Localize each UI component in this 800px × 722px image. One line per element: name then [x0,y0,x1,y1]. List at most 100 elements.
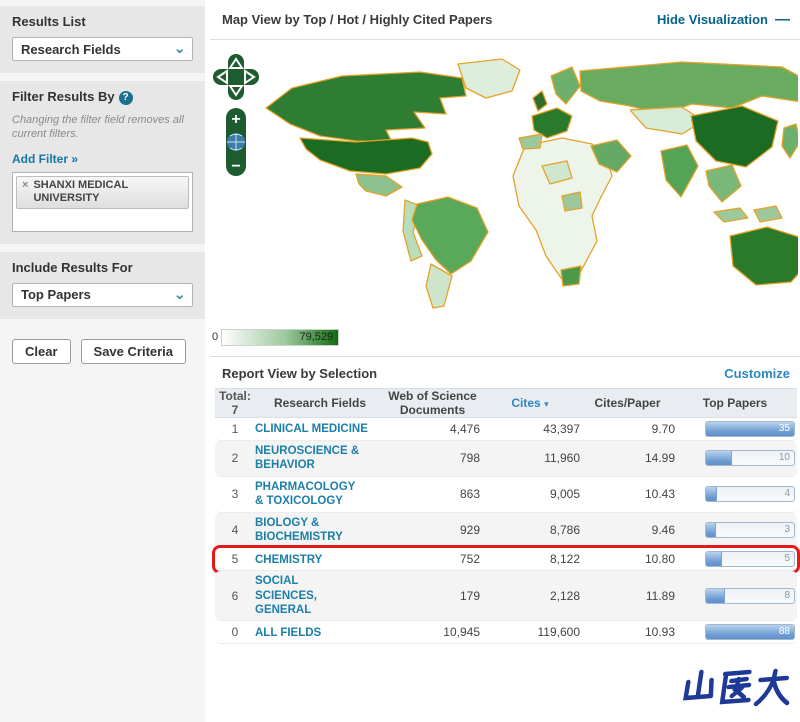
docs-value: 798 [459,451,480,466]
results-table: Total: 7 Research Fields Web of Science … [215,388,797,645]
cites-per-paper-value: 10.80 [644,552,675,567]
table-row: 1 CLINICAL MEDICINE 4,476 43,397 9.70 35 [215,418,797,441]
legend-gradient-bar: 79,529 [221,328,340,346]
cites-value: 8,122 [549,552,580,567]
help-icon[interactable]: ? [118,91,133,105]
table-row: 6 SOCIAL SCIENCES, GENERAL 179 2,128 11.… [215,571,797,622]
remove-filter-icon[interactable]: × [22,179,28,207]
section-divider [210,356,800,357]
top-papers-bar: 5 [705,551,795,568]
choropleth-map-image[interactable] [262,46,798,314]
minus-icon: — [775,11,790,28]
table-header-row: Total: 7 Research Fields Web of Science … [215,388,797,418]
table-row: 2 NEUROSCIENCE & BEHAVIOR 798 11,960 14.… [215,441,797,477]
field-link[interactable]: NEUROSCIENCE & BEHAVIOR [255,444,377,473]
top-papers-bar: 88 [705,624,795,641]
table-row: 3 PHARMACOLOGY & TOXICOLOGY 863 9,005 10… [215,477,797,513]
cites-label: Cites [511,396,541,410]
cites-value: 2,128 [549,588,580,603]
row-rank: 0 [231,625,239,640]
cites-per-paper-value: 11.89 [645,588,675,603]
cites-value: 43,397 [543,422,580,436]
table-row-chemistry: 5 CHEMISTRY 752 8,122 10.80 5 [215,548,797,572]
field-link[interactable]: CLINICAL MEDICINE [255,422,368,436]
row-rank: 3 [231,487,239,502]
report-view-title: Report View by Selection [222,365,378,381]
sidebar: Results List Research Fields ⌄ Filter Re… [0,0,205,722]
world-map: + − [210,42,800,320]
docs-value: 10,945 [443,625,480,640]
legend-min-value: 0 [212,331,219,343]
save-criteria-button[interactable]: Save Criteria [80,338,187,364]
cites-per-paper-value: 9.46 [651,522,675,537]
filter-chip[interactable]: × SHANXI MEDICAL UNIVERSITY [16,175,189,210]
add-filter-link[interactable]: Add Filter » [12,152,78,166]
zoom-in-icon: + [231,111,240,128]
field-link[interactable]: BIOLOGY & BIOCHEMISTRY [255,516,377,545]
map-legend: 0 79,529 [210,324,340,350]
include-results-section: Include Results For Top Papers ⌄ [0,251,205,319]
filter-by-label: Filter Results By? [12,89,193,105]
map-controls: + − [213,54,259,176]
results-list-value: Research Fields [21,41,121,57]
col-wos-documents: Web of Science Documents [388,389,477,417]
active-filters-box: × SHANXI MEDICAL UNIVERSITY [12,171,193,232]
table-row: 4 BIOLOGY & BIOCHEMISTRY 929 8,786 9.46 … [215,512,797,549]
cites-value: 9,005 [549,487,580,502]
filter-chip-label: SHANXI MEDICAL UNIVERSITY [33,178,128,205]
row-rank: 6 [231,588,239,603]
shanyida-watermark [682,668,790,707]
cites-per-paper-value: 14.99 [644,451,675,466]
map-header: Map View by Top / Hot / Highly Cited Pap… [210,0,800,40]
legend-max-value: 79,529 [299,330,334,343]
row-rank: 5 [231,552,239,567]
row-rank: 2 [231,451,239,466]
col-top-papers: Top Papers [702,396,768,410]
top-papers-bar: 4 [705,486,795,503]
docs-value: 863 [459,487,480,502]
cites-per-paper-value: 10.43 [644,487,675,502]
top-papers-bar: 8 [705,587,795,604]
docs-value: 752 [459,552,480,567]
map-view-title: Map View by Top / Hot / Highly Cited Pap… [222,12,493,27]
cites-per-paper-value: 10.93 [644,625,675,640]
customize-link[interactable]: Customize [724,366,790,381]
top-papers-value: 5 [784,553,790,565]
top-papers-bar: 10 [705,450,795,467]
row-rank: 4 [231,522,239,537]
chevron-down-icon: ⌄ [173,285,186,303]
docs-value: 929 [459,522,480,537]
pan-control [213,54,259,100]
sort-arrow-icon: ▾ [544,399,549,409]
include-results-select[interactable]: Top Papers ⌄ [12,282,193,307]
top-papers-value: 8 [784,589,790,601]
total-value: 7 [231,403,239,417]
results-list-select[interactable]: Research Fields ⌄ [12,37,193,61]
sidebar-buttons: Clear Save Criteria [0,327,205,376]
filter-by-text: Filter Results By [12,89,115,104]
cites-per-paper-value: 9.70 [651,422,675,436]
field-link[interactable]: ALL FIELDS [255,626,321,640]
top-papers-bar: 3 [705,521,795,538]
filter-section: Filter Results By? Changing the filter f… [0,81,205,244]
chevron-down-icon: ⌄ [173,40,186,57]
row-rank: 1 [231,422,239,436]
hide-visualization-label: Hide Visualization [656,12,768,27]
top-papers-bar: 35 [705,421,795,437]
col-cites-sort[interactable]: Cites ▾ [480,396,580,410]
field-link[interactable]: SOCIAL SCIENCES, GENERAL [255,574,337,617]
zoom-control: + − [226,108,246,176]
top-papers-value: 3 [784,523,790,535]
table-row-all-fields: 0 ALL FIELDS 10,945 119,600 10.93 88 [215,621,797,645]
cites-value: 119,600 [537,625,581,640]
docs-value: 179 [459,588,480,603]
top-papers-value: 4 [784,488,790,500]
cites-value: 8,786 [549,522,580,537]
top-papers-value: 35 [778,423,790,434]
top-papers-value: 10 [778,452,790,464]
hide-visualization-link[interactable]: Hide Visualization — [657,11,790,28]
field-link[interactable]: CHEMISTRY [255,553,322,567]
filter-note: Changing the filter field removes all cu… [12,114,184,141]
clear-button[interactable]: Clear [12,338,71,364]
field-link[interactable]: PHARMACOLOGY & TOXICOLOGY [255,480,355,509]
